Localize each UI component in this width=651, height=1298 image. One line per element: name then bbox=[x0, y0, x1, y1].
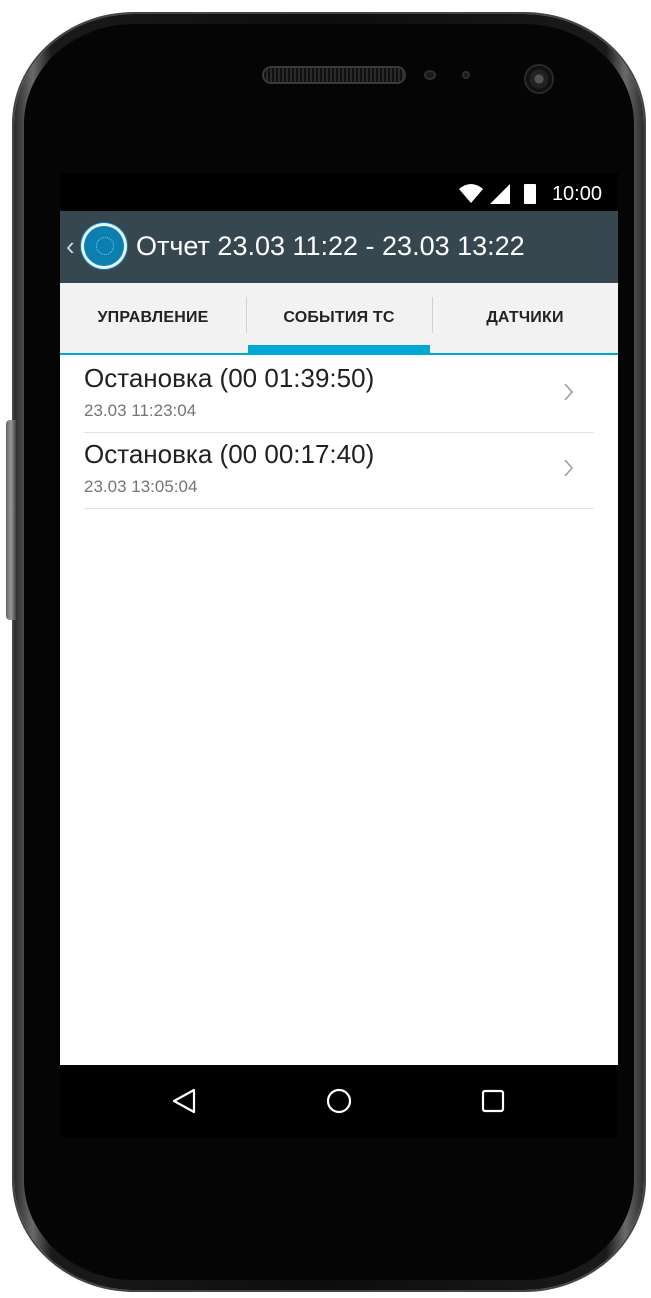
action-bar: ‹ Отчет 23.03 11:22 - 23.03 13:22 bbox=[60, 211, 618, 283]
event-timestamp: 23.03 13:05:04 bbox=[84, 477, 198, 496]
home-circle-icon[interactable] bbox=[321, 1083, 357, 1119]
tab-upravlenie[interactable]: УПРАВЛЕНИЕ bbox=[60, 283, 246, 353]
page-title: Отчет 23.03 11:22 - 23.03 13:22 bbox=[136, 231, 525, 261]
app-logo[interactable] bbox=[81, 223, 127, 269]
status-bar: 10:00 bbox=[60, 173, 618, 211]
wifi-icon bbox=[459, 184, 483, 203]
back-chevron-icon[interactable]: ‹ bbox=[66, 231, 75, 262]
navigation-bar bbox=[60, 1065, 618, 1137]
light-sensor bbox=[462, 71, 470, 79]
chevron-right-icon bbox=[564, 459, 574, 477]
tab-sobytiya-ts[interactable]: СОБЫТИЯ ТС bbox=[246, 283, 432, 353]
list-item[interactable]: Остановка (00 01:39:50) 23.03 11:23:04 bbox=[84, 357, 594, 433]
tab-datchiki[interactable]: ДАТЧИКИ bbox=[432, 283, 618, 353]
back-triangle-icon[interactable] bbox=[166, 1083, 202, 1119]
status-time: 10:00 bbox=[551, 183, 602, 205]
event-list: Остановка (00 01:39:50) 23.03 11:23:04 О… bbox=[84, 357, 594, 509]
earpiece-speaker bbox=[262, 66, 406, 84]
event-timestamp: 23.03 11:23:04 bbox=[84, 401, 197, 420]
screen: 10:00 ‹ Отчет 23.03 11:22 - 23.03 13:22 … bbox=[60, 173, 618, 1065]
signal-icon bbox=[490, 184, 510, 204]
phone-side-button bbox=[6, 420, 16, 620]
chevron-right-icon bbox=[564, 383, 574, 401]
status-icons bbox=[458, 182, 536, 204]
battery-icon bbox=[524, 184, 536, 204]
event-title: Остановка (00 00:17:40) bbox=[84, 439, 375, 469]
recents-square-icon[interactable] bbox=[475, 1083, 511, 1119]
proximity-sensor bbox=[424, 70, 436, 80]
list-item[interactable]: Остановка (00 00:17:40) 23.03 13:05:04 bbox=[84, 433, 594, 509]
tab-bar: УПРАВЛЕНИЕ СОБЫТИЯ ТС ДАТЧИКИ bbox=[60, 283, 618, 355]
front-camera bbox=[526, 66, 552, 92]
event-title: Остановка (00 01:39:50) bbox=[84, 363, 375, 393]
